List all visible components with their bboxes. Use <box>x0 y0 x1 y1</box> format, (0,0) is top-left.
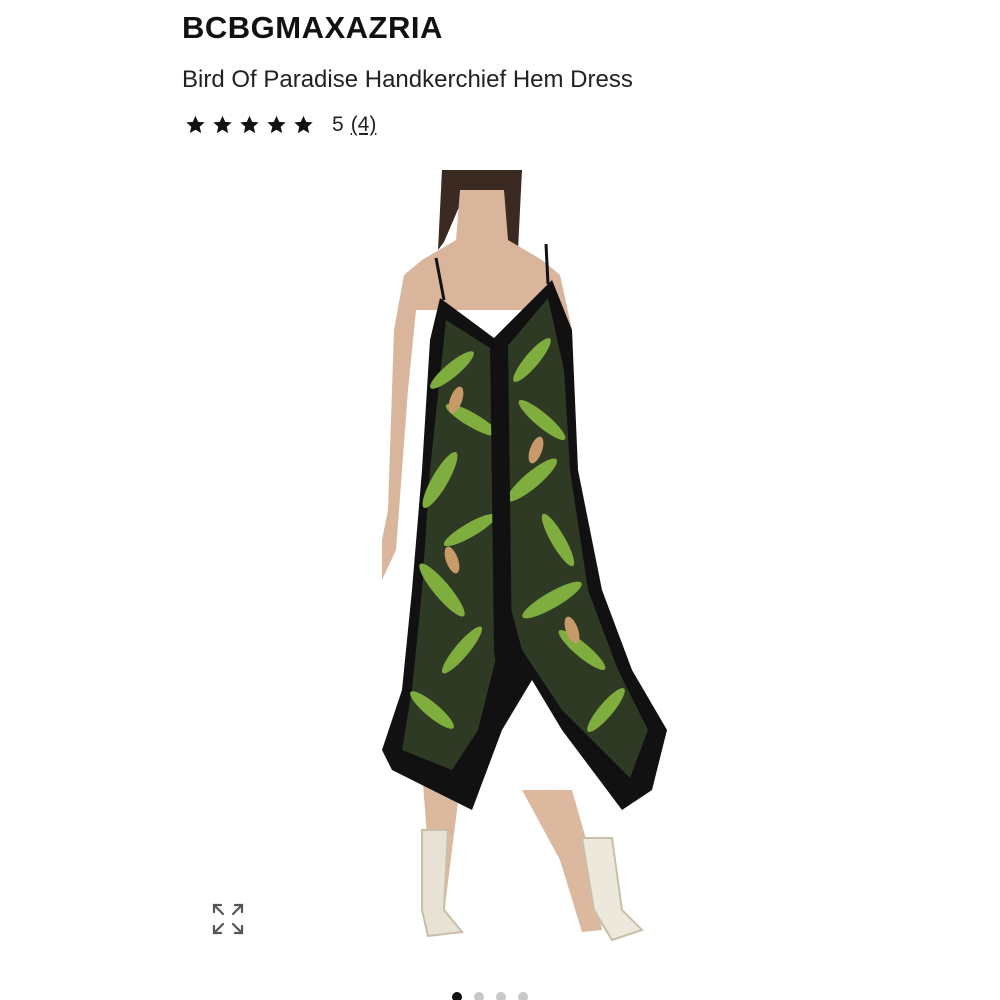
product-title: Bird Of Paradise Handkerchief Hem Dress <box>182 66 633 93</box>
product-image[interactable] <box>382 170 672 950</box>
rating-value: 5 <box>332 113 344 136</box>
product-page: BCBGMAXAZRIA Bird Of Paradise Handkerchi… <box>0 0 1000 1000</box>
product-rating[interactable]: 5 (4) <box>184 113 376 137</box>
brand-name[interactable]: BCBGMAXAZRIA <box>182 10 443 46</box>
expand-arrows-icon[interactable] <box>209 900 247 938</box>
carousel-dots <box>452 992 528 1000</box>
rating-stars <box>184 114 315 136</box>
carousel-dot-4[interactable] <box>518 992 528 1000</box>
star-icon <box>186 115 205 134</box>
review-count-link[interactable]: (4) <box>351 113 377 137</box>
star-icon <box>267 115 286 134</box>
star-icon <box>213 115 232 134</box>
star-icon <box>294 115 313 134</box>
carousel-dot-2[interactable] <box>474 992 484 1000</box>
carousel-dot-3[interactable] <box>496 992 506 1000</box>
star-icon <box>240 115 259 134</box>
carousel-dot-1[interactable] <box>452 992 462 1000</box>
